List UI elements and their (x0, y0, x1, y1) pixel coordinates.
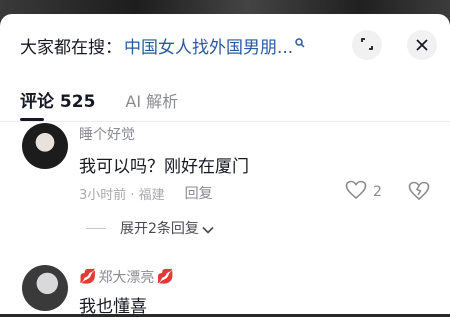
avatar[interactable] (22, 265, 68, 311)
avatar[interactable] (22, 123, 68, 169)
chevron-down-icon (202, 219, 214, 238)
comment-username[interactable]: 郑大漂亮 (98, 267, 154, 287)
comment-username-row[interactable]: 💋 郑大漂亮 💋 (79, 267, 174, 287)
expand-divider-line (86, 227, 106, 229)
like-count: 2 (373, 184, 382, 200)
comment-text: 我也懂喜 (79, 297, 147, 317)
tab-ai-analysis[interactable]: AI 解析 (125, 88, 178, 112)
lips-emoji: 💋 (79, 269, 97, 285)
search-icon[interactable] (295, 33, 305, 52)
heart-icon (345, 180, 367, 204)
comment-time-location: 3小时前 · 福建 (79, 187, 165, 203)
comment-text: 我可以吗？刚好在厦门 (79, 157, 249, 177)
dislike-button[interactable] (408, 181, 430, 205)
expand-icon (360, 36, 374, 55)
reply-button[interactable]: 回复 (185, 183, 213, 203)
lips-emoji: 💋 (156, 269, 174, 285)
expand-replies-label: 展开2条回复 (120, 221, 199, 237)
search-prefix-label: 大家都在搜： (20, 37, 122, 58)
like-button[interactable]: 2 (345, 180, 382, 204)
close-button[interactable] (407, 30, 437, 60)
comment-meta: 3小时前 · 福建 回复 (79, 183, 213, 203)
comment-tabs: 评论 525 AI 解析 (20, 87, 178, 113)
search-query-link[interactable]: 中国女人找外国男朋... (124, 33, 293, 58)
expand-replies-button[interactable]: 展开2条回复 (86, 218, 214, 238)
comment-username[interactable]: 睡个好觉 (79, 124, 135, 144)
close-icon (416, 36, 428, 55)
tabs-divider (0, 121, 450, 122)
tab-comments[interactable]: 评论 525 (20, 87, 95, 112)
broken-heart-icon (408, 181, 430, 205)
expand-button[interactable] (352, 30, 382, 60)
